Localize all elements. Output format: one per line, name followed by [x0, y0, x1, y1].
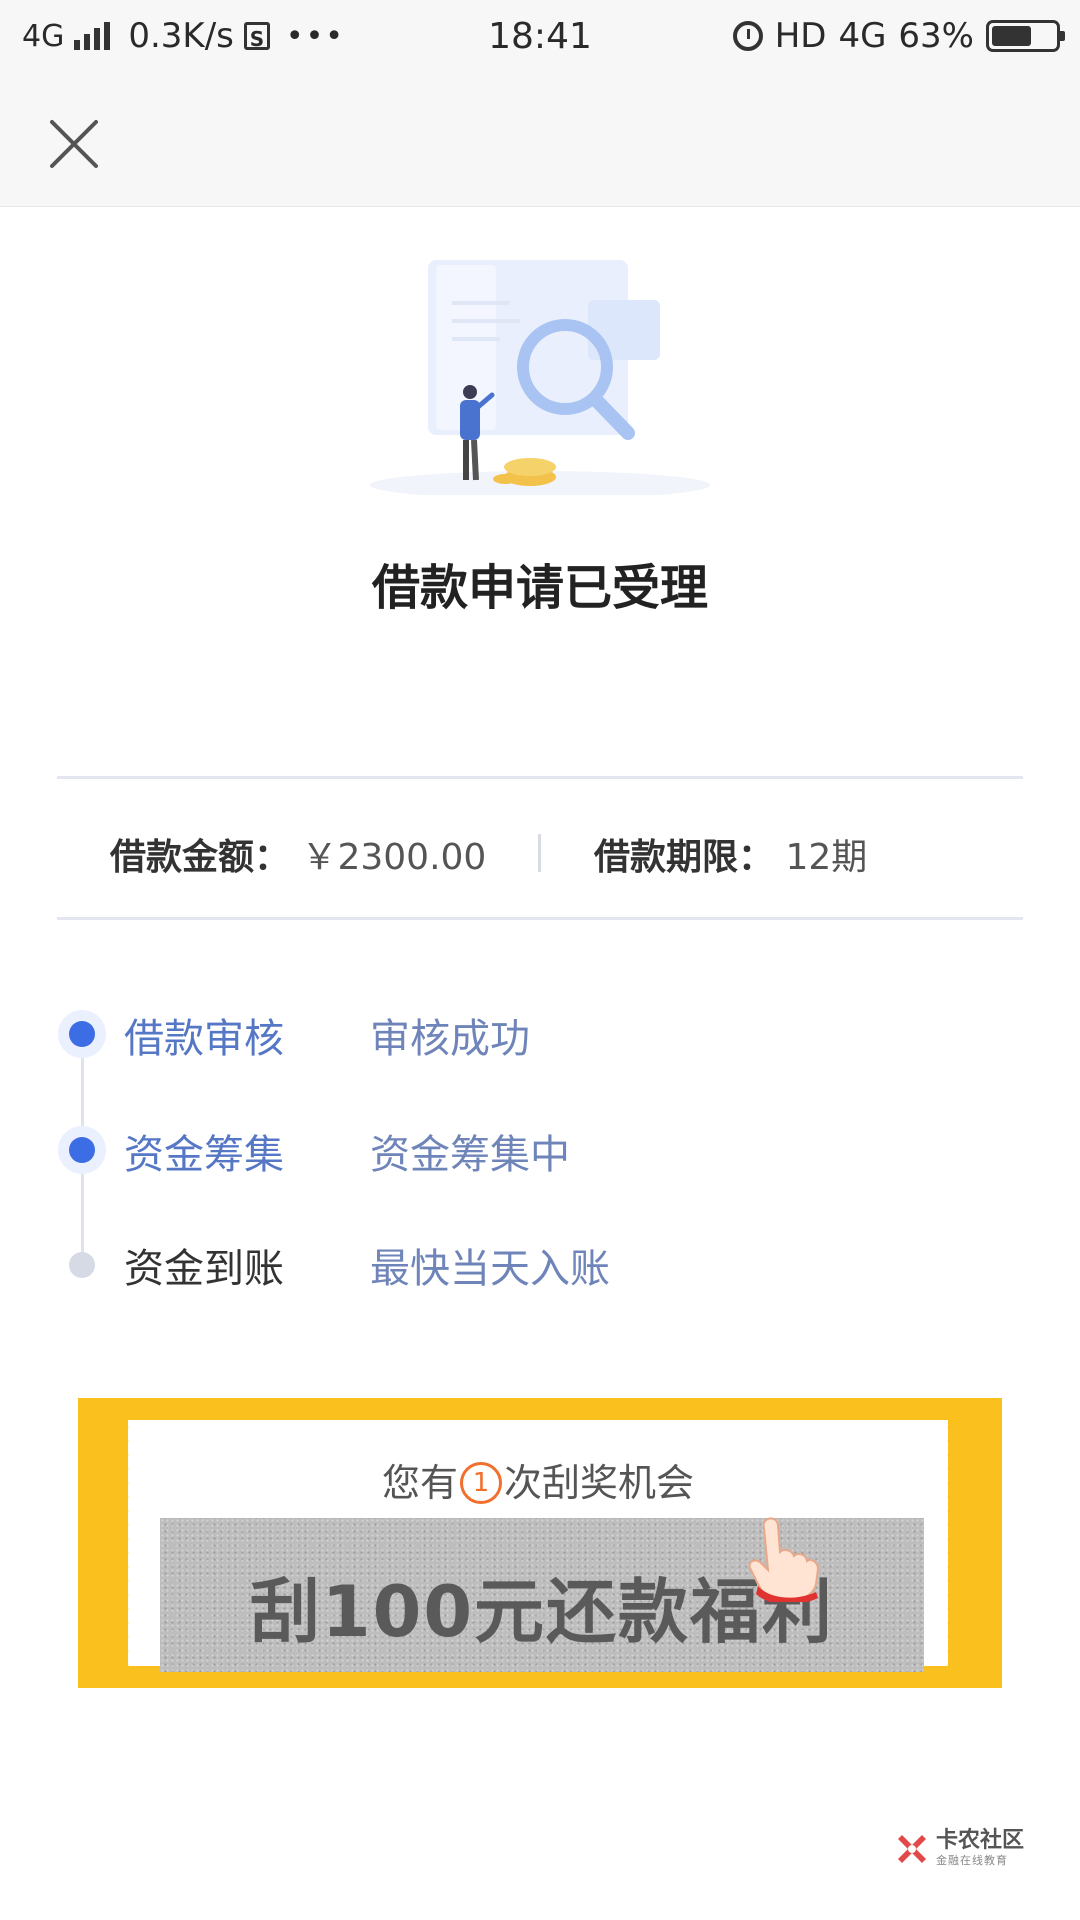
- step-status: 资金筹集中: [370, 1132, 570, 1178]
- watermark-sub: 金融在线教育: [935, 1854, 1008, 1867]
- scratch-chances: 您有 1 次刮奖机会: [128, 1452, 948, 1507]
- scratch-card-banner[interactable]: 您有 1 次刮奖机会 刮100元还款福利: [78, 1398, 1002, 1688]
- status-right: HD 4G 63%: [732, 16, 1065, 56]
- divider-bottom: [57, 917, 1023, 920]
- divider-top: [57, 776, 1023, 779]
- progress-timeline: 借款审核 审核成功 资金筹集 资金筹集中 资金到账 最快当天入账: [0, 990, 1080, 1310]
- close-icon: [50, 120, 98, 168]
- step-status: 审核成功: [370, 1016, 530, 1062]
- step-done-dot: [58, 1010, 106, 1058]
- step-name: 借款审核: [124, 1016, 284, 1062]
- scratch-ticket: 您有 1 次刮奖机会 刮100元还款福利: [123, 1420, 953, 1672]
- step-name: 资金筹集: [124, 1132, 284, 1178]
- close-button[interactable]: [46, 116, 102, 172]
- loan-term-value: 12期: [785, 837, 868, 878]
- step-active-dot: [58, 1126, 106, 1174]
- hd-indicator: HD: [774, 16, 827, 56]
- loan-amount: 借款金额： ￥2300.00: [110, 828, 486, 880]
- loan-term: 借款期限： 12期: [594, 828, 867, 880]
- step-pending-dot: [69, 1252, 95, 1278]
- network-type-right: 4G: [838, 16, 887, 56]
- battery-percent: 63%: [898, 16, 974, 56]
- scratch-count-badge: 1: [460, 1461, 502, 1504]
- loan-info-row: 借款金额： ￥2300.00 借款期限： 12期: [110, 820, 970, 880]
- nav-bar: [0, 78, 1080, 207]
- status-bar: 4G 0.3K/s S ••• 18:41 HD 4G 63%: [0, 0, 1080, 78]
- page-title: 借款申请已受理: [371, 560, 708, 616]
- loan-amount-label: 借款金额：: [110, 837, 291, 878]
- scratch-suffix: 次刮奖机会: [504, 1461, 695, 1505]
- scratch-prefix: 您有: [381, 1461, 458, 1505]
- loan-amount-value: ￥2300.00: [301, 837, 487, 878]
- watermark: 卡农社区 金融在线教育: [896, 1830, 1024, 1866]
- battery-fill: [992, 26, 1032, 46]
- search-illustration: [370, 260, 710, 495]
- alarm-icon: [732, 21, 763, 51]
- loan-term-label: 借款期限：: [594, 837, 775, 878]
- kanong-logo-icon: [897, 1835, 926, 1863]
- battery-icon: [986, 20, 1065, 52]
- watermark-main: 卡农社区: [935, 1828, 1024, 1853]
- step-status: 最快当天入账: [370, 1246, 610, 1292]
- info-separator: [538, 834, 541, 872]
- hand-pointer-icon: [748, 1517, 820, 1602]
- step-name: 资金到账: [124, 1246, 284, 1292]
